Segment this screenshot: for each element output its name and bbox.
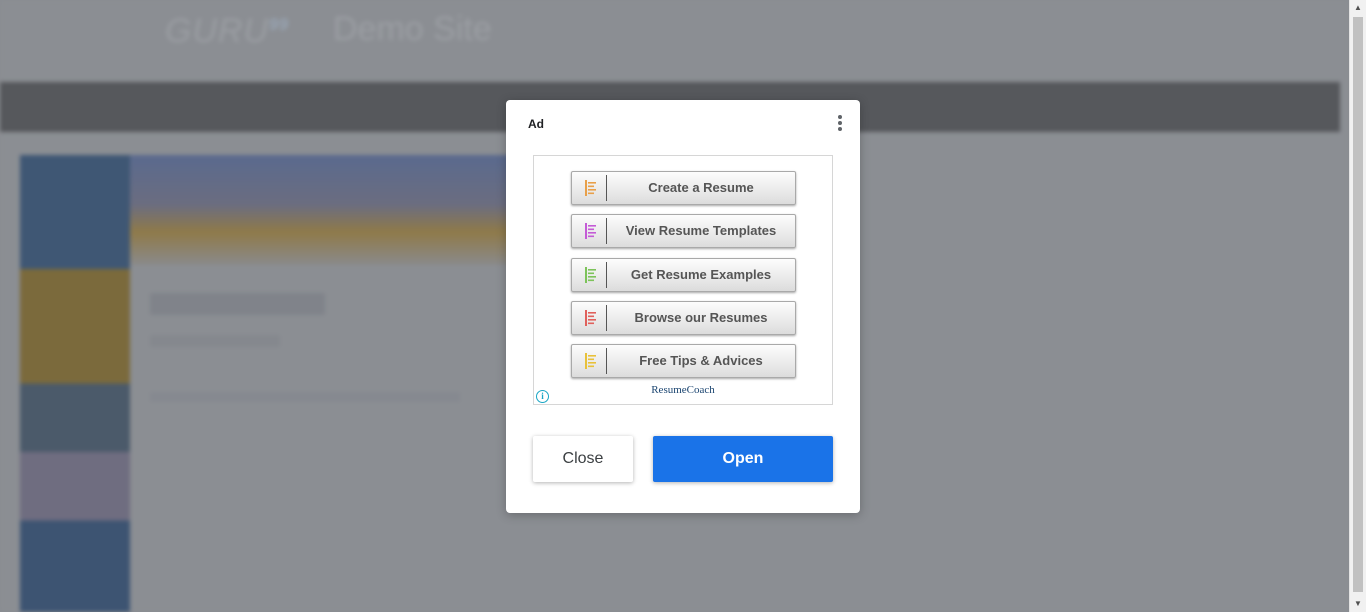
- banner-image: [130, 155, 510, 265]
- document-icon: [585, 267, 596, 283]
- info-icon[interactable]: i: [536, 390, 549, 403]
- ad-frame: Create a Resume View Resume Templates Ge…: [533, 155, 833, 405]
- close-button[interactable]: Close: [533, 436, 633, 482]
- ad-button-create-resume[interactable]: Create a Resume: [571, 171, 796, 205]
- more-vert-icon[interactable]: [834, 115, 846, 133]
- ad-dialog: Ad Create a Resume View Resume Templates…: [506, 100, 860, 513]
- ad-brand-link[interactable]: ResumeCoach: [534, 384, 832, 396]
- ad-button-free-tips[interactable]: Free Tips & Advices: [571, 344, 796, 378]
- ad-button-label: View Resume Templates: [625, 223, 777, 238]
- document-icon: [585, 180, 596, 196]
- scroll-thumb[interactable]: [1353, 17, 1363, 592]
- ad-button-view-templates[interactable]: View Resume Templates: [571, 214, 796, 248]
- sidebar-ads: [20, 155, 130, 612]
- scroll-up-arrow-icon[interactable]: ▲: [1350, 0, 1366, 16]
- scroll-down-arrow-icon[interactable]: ▼: [1350, 596, 1366, 612]
- ad-label: Ad: [528, 117, 544, 131]
- document-icon: [585, 223, 596, 239]
- page-text-placeholder: [150, 392, 460, 402]
- ad-button-browse-resumes[interactable]: Browse our Resumes: [571, 301, 796, 335]
- ad-button-label: Get Resume Examples: [630, 267, 772, 282]
- ad-button-label: Browse our Resumes: [634, 310, 768, 325]
- open-button[interactable]: Open: [653, 436, 833, 482]
- ad-button-label: Free Tips & Advices: [639, 353, 763, 368]
- ad-button-get-examples[interactable]: Get Resume Examples: [571, 258, 796, 292]
- document-icon: [585, 310, 596, 326]
- site-logo: GURU99: [165, 12, 289, 50]
- document-icon: [585, 353, 596, 369]
- vertical-scrollbar[interactable]: ▲ ▼: [1349, 0, 1366, 612]
- page-heading-placeholder: [150, 293, 325, 315]
- ad-button-label: Create a Resume: [648, 180, 754, 195]
- site-title: Demo Site: [333, 10, 492, 48]
- page-subheading-placeholder: [150, 335, 280, 347]
